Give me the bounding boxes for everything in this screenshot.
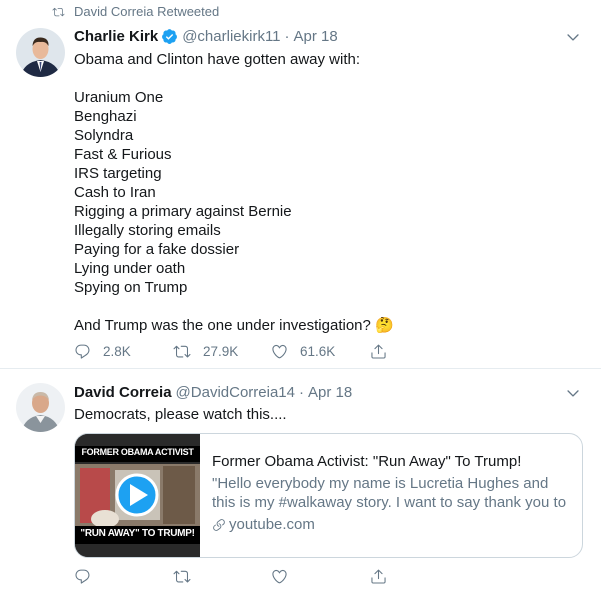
tweet-line: Obama and Clinton have gotten away with: [74, 51, 361, 68]
separator-dot: · [284, 28, 290, 45]
tweet-date[interactable]: Apr 18 [308, 384, 352, 401]
tweet-line: Solyndra [74, 127, 134, 144]
link-card[interactable]: FORMER OBAMA ACTIVIST "RUN AWAY" TO TRUM… [74, 433, 583, 558]
retweet-context: David Correia Retweeted [52, 4, 219, 19]
reply-button[interactable] [74, 568, 173, 585]
tweet-line: Fast & Furious [74, 146, 172, 163]
author-name[interactable]: David Correia [74, 384, 172, 401]
card-domain: youtube.com [212, 515, 570, 534]
tweet-line: Uranium One [74, 89, 164, 106]
tweet-line: And Trump was the one under investigatio… [74, 317, 394, 334]
retweet-button[interactable] [173, 568, 271, 585]
share-icon [371, 344, 386, 359]
avatar[interactable] [16, 28, 65, 77]
tweet-line: Benghazi [74, 108, 137, 125]
thumbnail-top-text: FORMER OBAMA ACTIVIST [81, 447, 194, 457]
tweet-charlie-kirk[interactable]: David Correia Retweeted Charlie Kirk @ch… [0, 0, 601, 369]
retweet-icon [173, 570, 191, 583]
chevron-down-icon[interactable] [565, 385, 581, 401]
retweet-icon [52, 7, 65, 16]
tweet-line: IRS targeting [74, 165, 162, 182]
tweet-header: Charlie Kirk @charliekirk11 · Apr 18 [74, 28, 338, 45]
separator-dot: · [299, 384, 304, 401]
retweet-button[interactable]: 27.9K [173, 343, 271, 360]
avatar-image [16, 383, 65, 432]
tweet-date[interactable]: Apr 18 [294, 28, 338, 45]
tweet-actions: 2.8K 27.9K 61.6K [74, 343, 399, 360]
tweet-line: Democrats, please watch this.... [74, 406, 287, 423]
tweet-actions [74, 568, 399, 585]
card-description: "Hello everybody my name is Lucretia Hug… [212, 475, 567, 511]
card-domain-text: youtube.com [229, 516, 315, 533]
tweet-line: Spying on Trump [74, 279, 188, 296]
retweet-icon [173, 345, 191, 358]
tweet-header: David Correia @DavidCorreia14 · Apr 18 [74, 384, 352, 401]
retweet-label: David Correia Retweeted [74, 4, 220, 19]
heart-icon [272, 344, 287, 359]
tweet-line [74, 69, 394, 88]
like-button[interactable]: 61.6K [271, 343, 370, 360]
video-thumbnail[interactable]: FORMER OBAMA ACTIVIST "RUN AWAY" TO TRUM… [75, 434, 200, 557]
verified-badge-icon [161, 28, 178, 45]
like-count: 61.6K [300, 344, 336, 359]
author-handle[interactable]: @DavidCorreia14 [176, 384, 295, 401]
tweet-david-correia[interactable]: David Correia @DavidCorreia14 · Apr 18 D… [0, 369, 601, 607]
tweet-text: Democrats, please watch this.... [74, 405, 287, 424]
share-button[interactable] [370, 568, 399, 585]
retweet-count: 27.9K [203, 344, 239, 359]
tweet-line: Paying for a fake dossier [74, 241, 240, 258]
tweet-text: Obama and Clinton have gotten away with:… [74, 50, 394, 335]
tweet-line: Illegally storing emails [74, 222, 221, 239]
link-icon [213, 518, 225, 531]
thumbnail-bottom-text: "RUN AWAY" TO TRUMP! [80, 528, 195, 539]
author-handle[interactable]: @charliekirk11 [182, 28, 280, 45]
reply-icon [75, 569, 90, 584]
card-text: Former Obama Activist: "Run Away" To Tru… [200, 434, 582, 557]
chevron-down-icon[interactable] [565, 29, 581, 45]
card-title: Former Obama Activist: "Run Away" To Tru… [212, 453, 522, 470]
tweet-line [74, 297, 394, 316]
reply-count: 2.8K [103, 344, 131, 359]
reply-icon [75, 344, 90, 359]
heart-icon [272, 569, 287, 584]
avatar-image [16, 28, 65, 77]
tweet-line: Lying under oath [74, 260, 186, 277]
share-button[interactable] [370, 343, 399, 360]
share-icon [371, 569, 386, 584]
tweet-line: Cash to Iran [74, 184, 156, 201]
reply-button[interactable]: 2.8K [74, 343, 173, 360]
tweet-line: Rigging a primary against Bernie [74, 203, 292, 220]
like-button[interactable] [271, 568, 370, 585]
author-name[interactable]: Charlie Kirk [74, 28, 158, 45]
avatar[interactable] [16, 383, 65, 432]
